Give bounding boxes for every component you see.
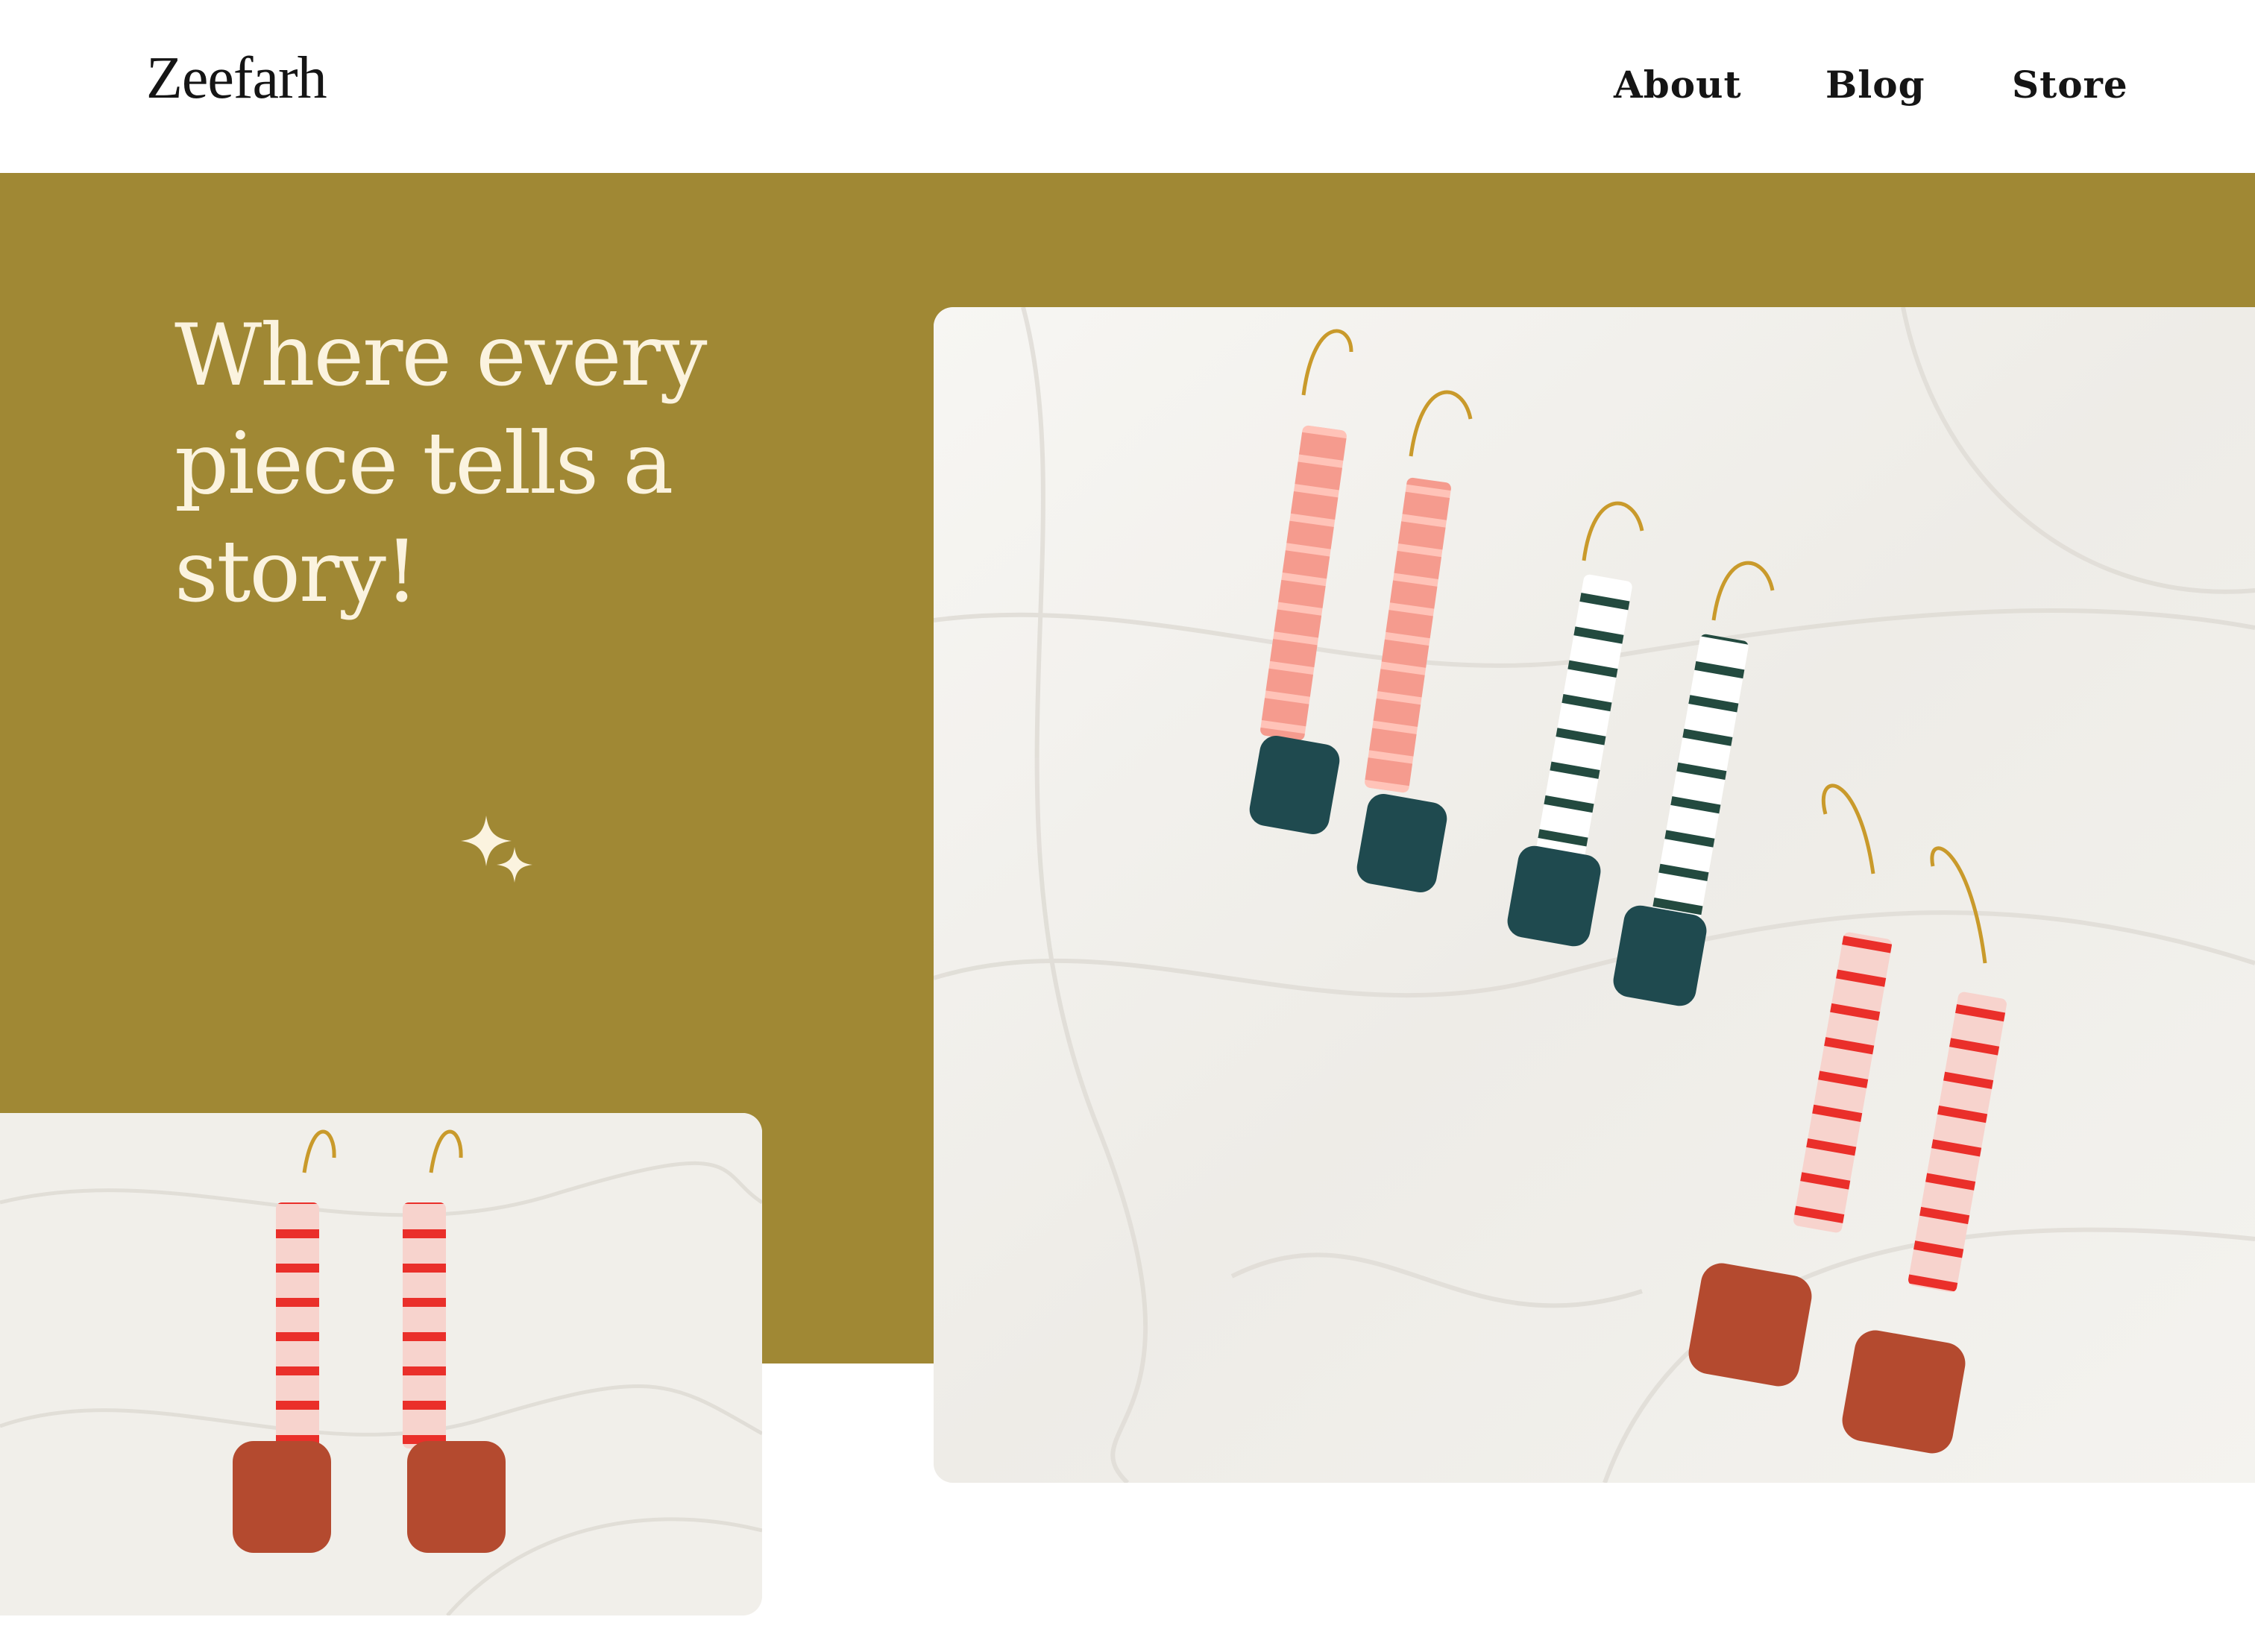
nav-blog[interactable]: Blog [1825,63,1925,107]
earrings-trio-photo[interactable] [934,307,2255,1483]
site-header: Zeefarh About Blog Store [0,0,2255,173]
nav-store[interactable]: Store [2012,63,2128,107]
red-earrings-photo[interactable] [0,1113,762,1615]
hero-title: Where every piece tells a story! [174,306,708,621]
logo[interactable]: Zeefarh [146,45,327,113]
nav-about[interactable]: About [1614,63,1742,107]
sparkle-icon [461,816,532,883]
